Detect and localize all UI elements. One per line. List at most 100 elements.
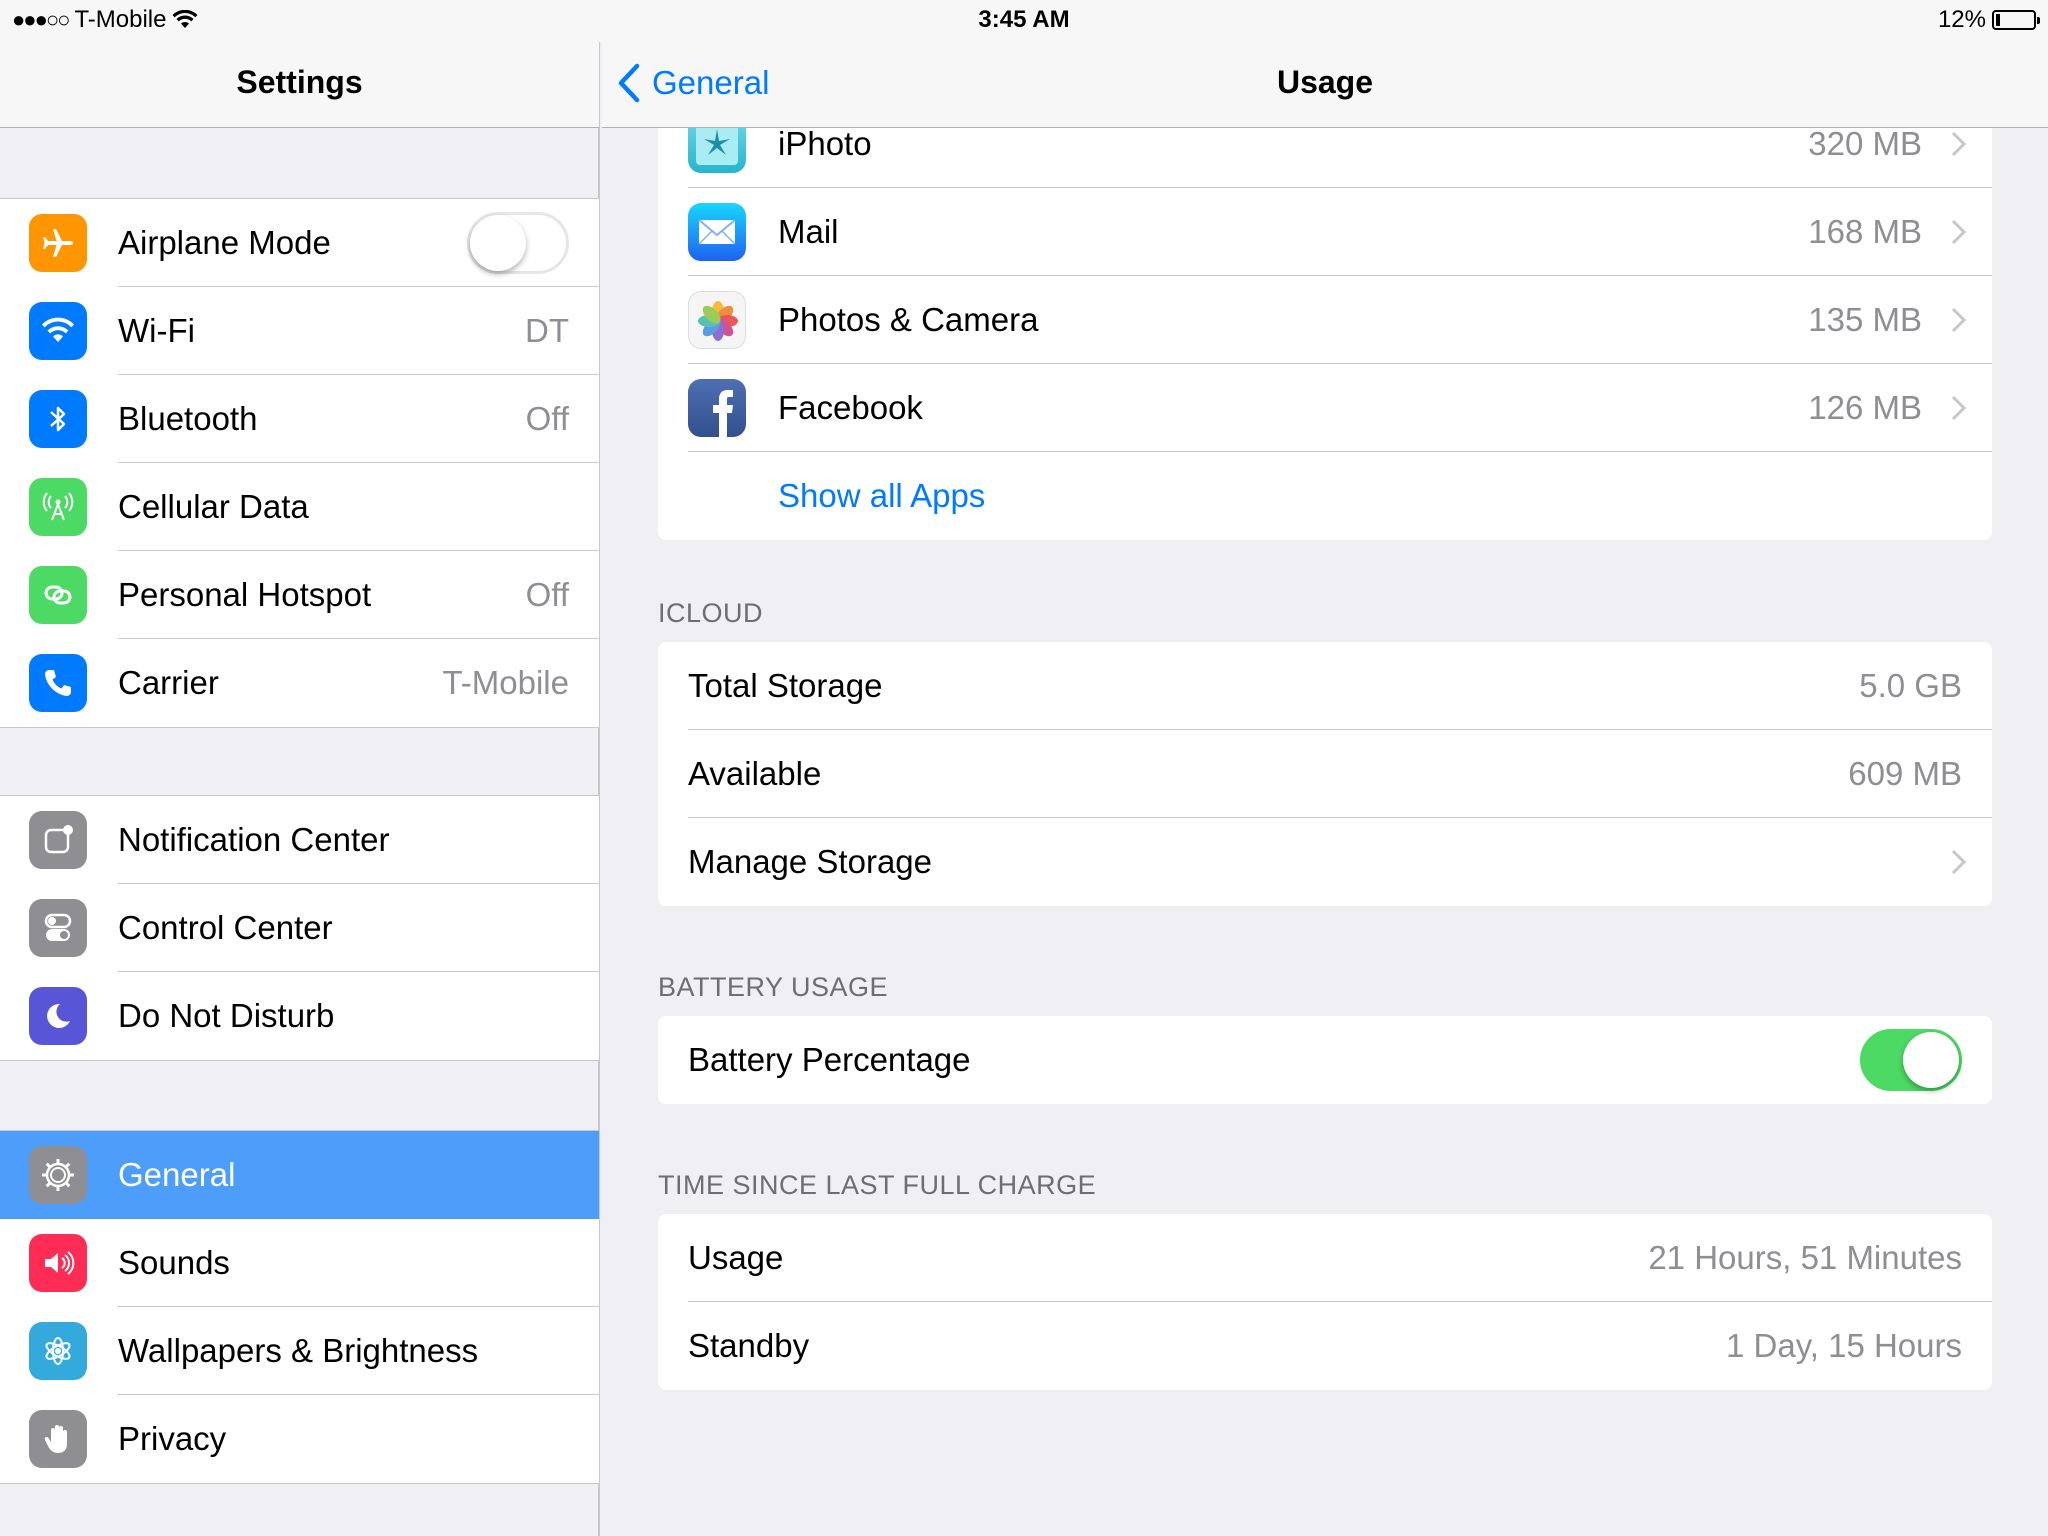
wifi-icon xyxy=(29,302,87,360)
photos-icon xyxy=(688,291,746,349)
icloud-section-header: ICLOUD xyxy=(658,598,764,628)
usage-detail-pane: iPhoto 320 MB Mail 168 MB Photos & Camer… xyxy=(602,0,2048,1536)
hotspot-icon xyxy=(29,566,87,624)
settings-row-do-not-disturb[interactable]: Do Not Disturb xyxy=(0,972,599,1060)
app-size: 126 MB xyxy=(1808,389,1922,426)
icloud-total-storage-row: Total Storage 5.0 GB xyxy=(658,642,1992,730)
total-storage-label: Total Storage xyxy=(688,667,883,704)
battery-usage-card: Battery Percentage xyxy=(658,1016,1992,1104)
battery-level xyxy=(1996,14,2001,26)
standby-time-label: Standby xyxy=(688,1327,810,1364)
phone-icon xyxy=(29,654,87,712)
battery-icon xyxy=(1992,10,2040,30)
settings-row-general[interactable]: General xyxy=(0,1131,599,1219)
settings-group-general: General Sounds Wallpapers & Brightness P… xyxy=(0,1130,599,1484)
status-right: 12% xyxy=(1937,6,2040,34)
settings-row-privacy[interactable]: Privacy xyxy=(0,1395,599,1483)
carrier-label: Carrier xyxy=(118,664,219,701)
privacy-label: Privacy xyxy=(118,1420,227,1457)
settings-row-sounds[interactable]: Sounds xyxy=(0,1219,599,1307)
carrier-value: T-Mobile xyxy=(442,664,569,701)
settings-master-pane: Settings Airplane Mode Wi-Fi DT Bluetoot… xyxy=(0,0,600,1536)
battery-percentage-label: Battery Percentage xyxy=(688,1041,971,1078)
switch-knob xyxy=(470,215,526,271)
control-center-icon xyxy=(29,899,87,957)
battery-usage-section-header: BATTERY USAGE xyxy=(658,972,889,1002)
switch-knob xyxy=(1903,1032,1959,1088)
settings-row-wallpapers-brightness[interactable]: Wallpapers & Brightness xyxy=(0,1307,599,1395)
app-row-mail[interactable]: Mail 168 MB xyxy=(658,188,1992,276)
personal-hotspot-value: Off xyxy=(525,576,569,613)
settings-row-wifi[interactable]: Wi-Fi DT xyxy=(0,287,599,375)
settings-navbar: Settings xyxy=(0,42,599,128)
speaker-icon xyxy=(29,1234,87,1292)
settings-row-carrier[interactable]: Carrier T-Mobile xyxy=(0,639,599,727)
personal-hotspot-label: Personal Hotspot xyxy=(118,576,372,613)
general-label: General xyxy=(118,1156,236,1193)
usage-navbar: General Usage xyxy=(602,42,2048,128)
show-all-apps-link[interactable]: Show all Apps xyxy=(778,477,985,515)
facebook-icon xyxy=(688,379,746,437)
chevron-right-icon xyxy=(1951,395,1967,421)
hand-icon xyxy=(29,1410,87,1468)
settings-row-notification-center[interactable]: Notification Center xyxy=(0,796,599,884)
settings-row-airplane-mode[interactable]: Airplane Mode xyxy=(0,199,599,287)
available-value: 609 MB xyxy=(1848,755,1962,792)
status-bar: ●●●○○ T-Mobile 3:45 AM 12% xyxy=(0,0,2048,42)
app-name: iPhoto xyxy=(778,125,872,162)
app-name: Photos & Camera xyxy=(778,301,1039,338)
app-name: Facebook xyxy=(778,389,923,426)
app-row-photos-camera[interactable]: Photos & Camera 135 MB xyxy=(658,276,1992,364)
gear-icon xyxy=(29,1146,87,1204)
cellular-data-label: Cellular Data xyxy=(118,488,309,525)
show-all-apps-row[interactable]: Show all Apps xyxy=(658,452,1992,540)
do-not-disturb-label: Do Not Disturb xyxy=(118,997,335,1034)
sounds-label: Sounds xyxy=(118,1244,230,1281)
battery-percentage-row: Battery Percentage xyxy=(658,1016,1992,1104)
settings-row-control-center[interactable]: Control Center xyxy=(0,884,599,972)
standby-time-value: 1 Day, 15 Hours xyxy=(1726,1327,1962,1364)
settings-row-cellular-data[interactable]: Cellular Data xyxy=(0,463,599,551)
settings-group-notifications: Notification Center Control Center Do No… xyxy=(0,795,599,1061)
icloud-card: Total Storage 5.0 GB Available 609 MB Ma… xyxy=(658,642,1992,906)
usage-time-value: 21 Hours, 51 Minutes xyxy=(1648,1239,1962,1276)
bluetooth-icon xyxy=(29,390,87,448)
chevron-right-icon xyxy=(1951,131,1967,157)
control-center-label: Control Center xyxy=(118,909,333,946)
settings-row-bluetooth[interactable]: Bluetooth Off xyxy=(0,375,599,463)
notification-center-label: Notification Center xyxy=(118,821,390,858)
usage-title: Usage xyxy=(1276,64,1374,100)
standby-time-row: Standby 1 Day, 15 Hours xyxy=(658,1302,1992,1390)
charge-card: Usage 21 Hours, 51 Minutes Standby 1 Day… xyxy=(658,1214,1992,1390)
settings-row-personal-hotspot[interactable]: Personal Hotspot Off xyxy=(0,551,599,639)
airplane-mode-switch[interactable] xyxy=(467,212,569,274)
icloud-available-row: Available 609 MB xyxy=(658,730,1992,818)
app-size: 135 MB xyxy=(1808,301,1922,338)
moon-icon xyxy=(29,987,87,1045)
chevron-right-icon xyxy=(1951,307,1967,333)
app-size: 168 MB xyxy=(1808,213,1922,250)
settings-group-connectivity: Airplane Mode Wi-Fi DT Bluetooth Off Cel… xyxy=(0,198,599,728)
cellular-icon xyxy=(29,478,87,536)
wifi-value: DT xyxy=(525,312,569,349)
app-storage-list: iPhoto 320 MB Mail 168 MB Photos & Camer… xyxy=(658,100,1992,540)
flower-icon xyxy=(29,1322,87,1380)
available-label: Available xyxy=(688,755,822,792)
chevron-right-icon xyxy=(1951,219,1967,245)
chevron-right-icon xyxy=(1951,849,1967,875)
app-row-facebook[interactable]: Facebook 126 MB xyxy=(658,364,1992,452)
battery-percent: 12% xyxy=(1937,6,1986,33)
airplane-mode-label: Airplane Mode xyxy=(118,224,331,261)
settings-title: Settings xyxy=(236,64,363,100)
usage-time-label: Usage xyxy=(688,1239,784,1276)
app-name: Mail xyxy=(778,213,839,250)
bluetooth-value: Off xyxy=(525,400,569,437)
charge-section-header: TIME SINCE LAST FULL CHARGE xyxy=(658,1170,1097,1200)
app-size: 320 MB xyxy=(1808,125,1922,162)
usage-time-row: Usage 21 Hours, 51 Minutes xyxy=(658,1214,1992,1302)
total-storage-value: 5.0 GB xyxy=(1859,667,1962,704)
battery-percentage-switch[interactable] xyxy=(1860,1029,1962,1091)
wifi-label: Wi-Fi xyxy=(118,312,195,349)
manage-storage-row[interactable]: Manage Storage xyxy=(658,818,1992,906)
airplane-icon xyxy=(29,214,87,272)
